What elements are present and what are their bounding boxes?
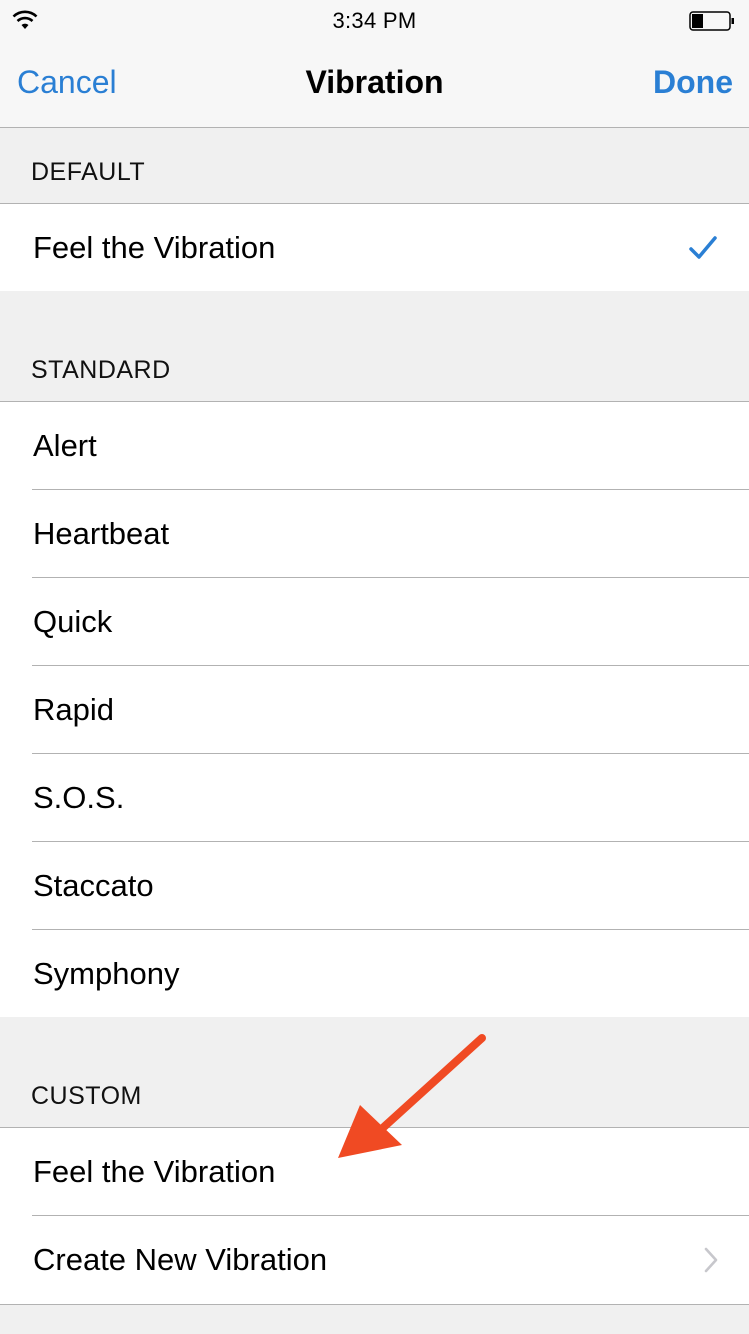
section-header-label: DEFAULT (31, 158, 146, 186)
list-item-sos[interactable]: S.O.S. (0, 753, 749, 842)
section-header-standard: STANDARD (0, 291, 749, 401)
list-item-label: Symphony (33, 956, 180, 991)
list-item-label: S.O.S. (33, 780, 125, 815)
page-title: Vibration (305, 64, 444, 100)
list-item-custom-feel-the-vibration[interactable]: Feel the Vibration (0, 1128, 749, 1216)
standard-group: Alert Heartbeat Quick Rapid S.O.S. Stacc… (0, 401, 749, 1019)
chevron-right-icon (704, 1247, 718, 1273)
navigation-bar: Cancel Vibration Done (0, 40, 749, 128)
list-item-symphony[interactable]: Symphony (0, 929, 749, 1018)
section-header-default: DEFAULT (0, 129, 749, 203)
default-group: Feel the Vibration (0, 203, 749, 293)
list-item-heartbeat[interactable]: Heartbeat (0, 489, 749, 578)
list-item-default-feel-the-vibration[interactable]: Feel the Vibration (0, 204, 749, 292)
list-item-label: Feel the Vibration (33, 1154, 276, 1189)
status-bar: 3:34 PM (0, 0, 749, 40)
section-header-label: STANDARD (31, 356, 171, 384)
section-header-custom: CUSTOM (0, 1017, 749, 1127)
list-item-alert[interactable]: Alert (0, 402, 749, 490)
list-item-label: Create New Vibration (33, 1242, 328, 1277)
custom-group: Feel the Vibration Create New Vibration (0, 1127, 749, 1305)
list-item-label: Quick (33, 604, 113, 639)
list-item-label: Staccato (33, 868, 154, 903)
list-item-quick[interactable]: Quick (0, 577, 749, 666)
list-item-label: Rapid (33, 692, 114, 727)
checkmark-icon (689, 236, 717, 259)
list-item-rapid[interactable]: Rapid (0, 665, 749, 754)
list-item-label: Heartbeat (33, 516, 170, 551)
done-button[interactable]: Done (653, 64, 733, 101)
list-item-label: Alert (33, 428, 97, 463)
list-item-create-new-vibration[interactable]: Create New Vibration (0, 1215, 749, 1304)
section-header-label: CUSTOM (31, 1082, 142, 1110)
status-time: 3:34 PM (332, 8, 417, 33)
list-item-staccato[interactable]: Staccato (0, 841, 749, 930)
list-item-label: Feel the Vibration (33, 230, 276, 265)
battery-low-icon (689, 11, 734, 31)
